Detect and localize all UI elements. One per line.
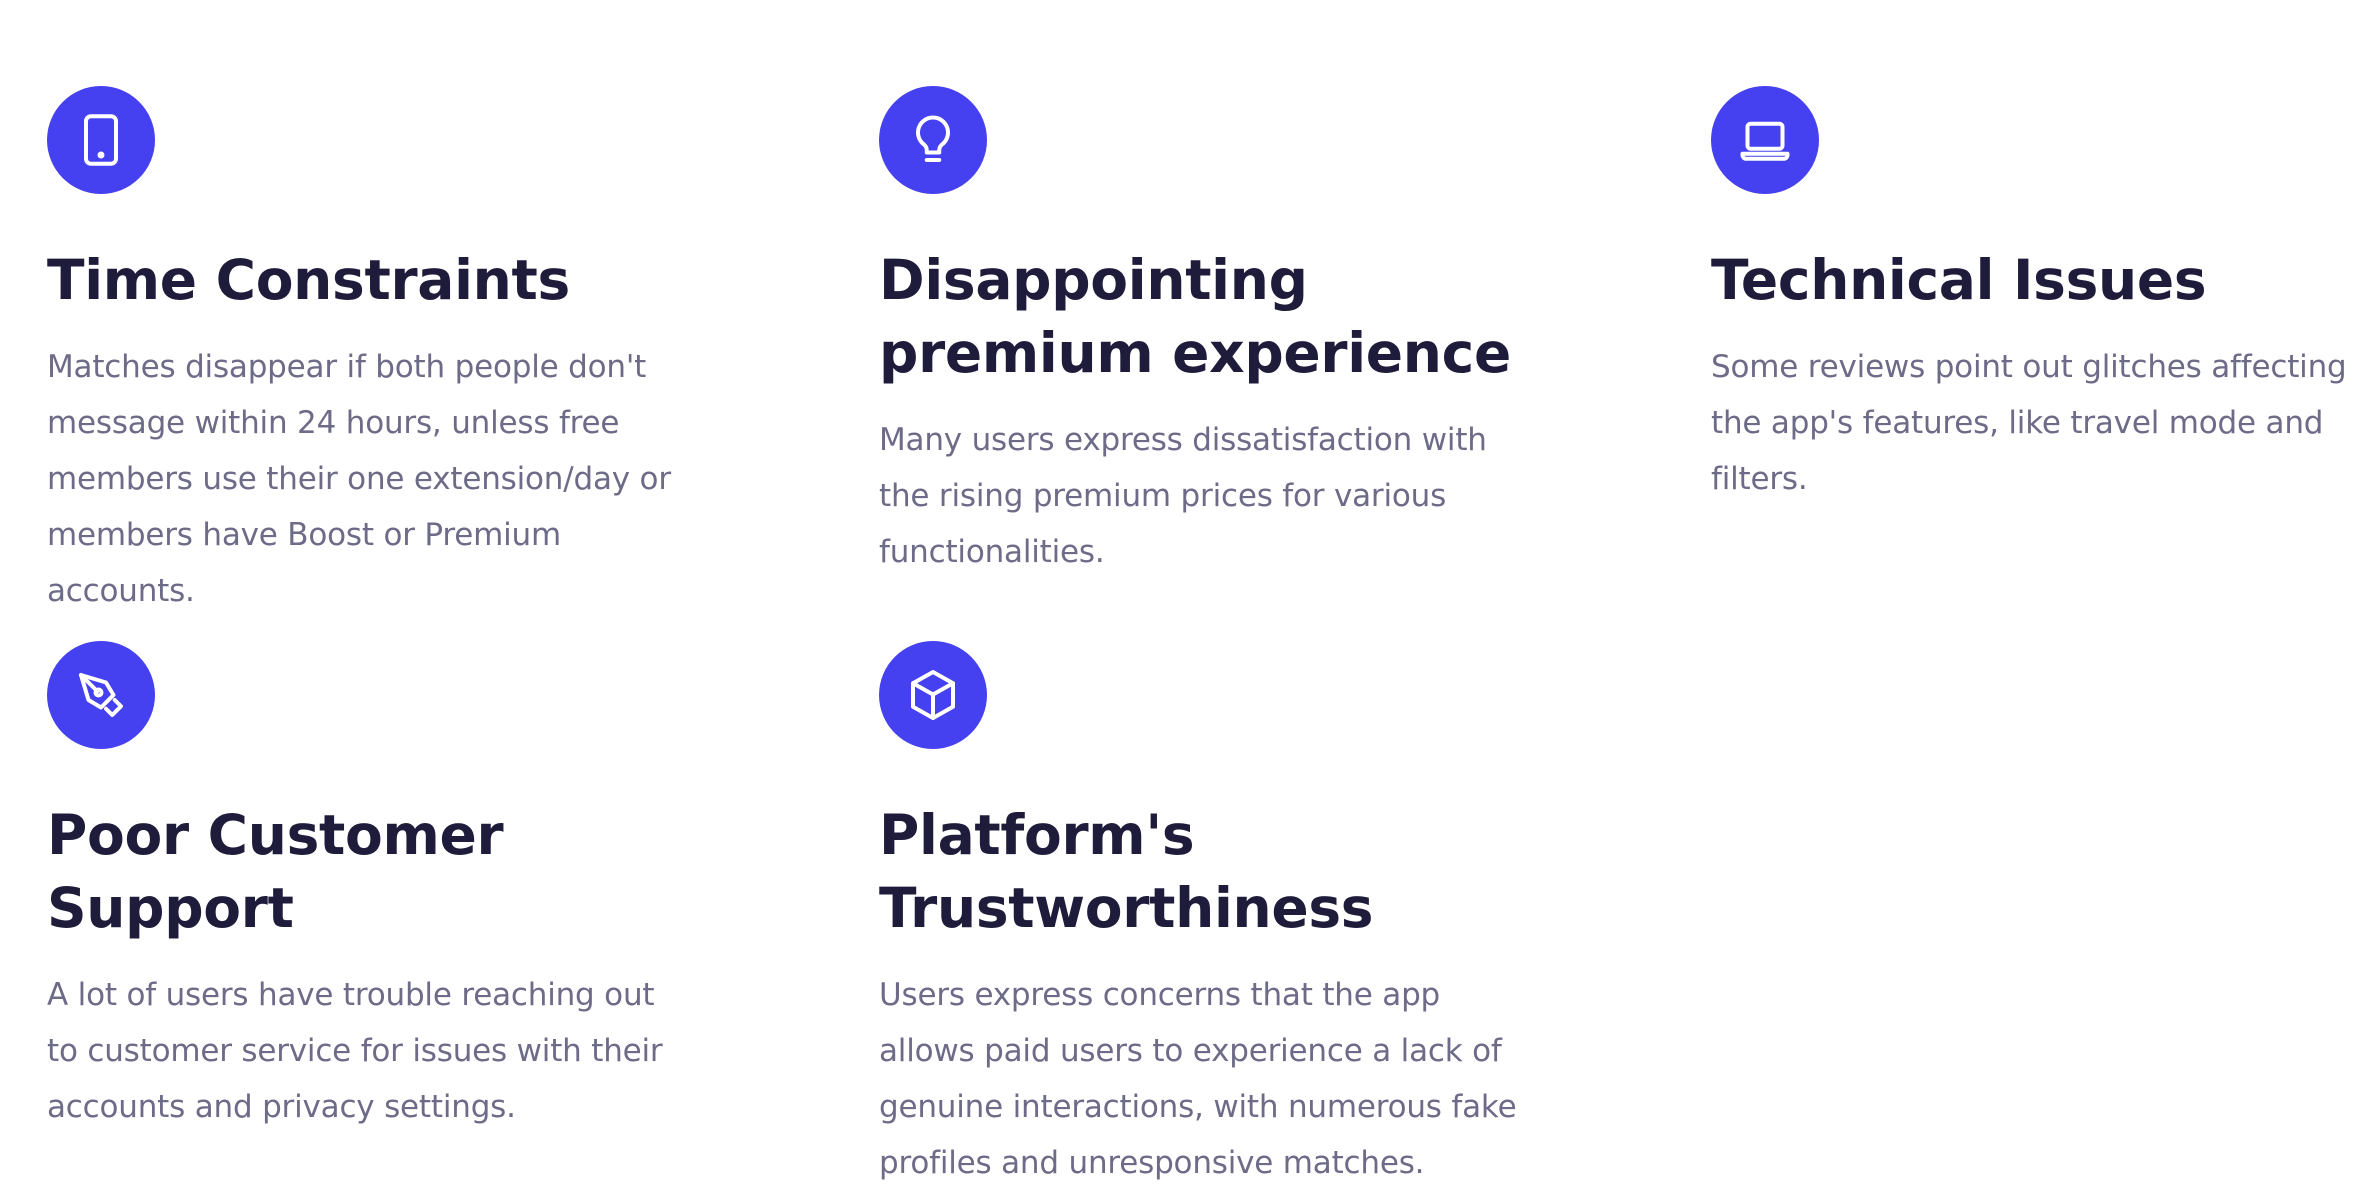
lightbulb-icon <box>916 115 950 162</box>
feature-icon-badge <box>1711 86 1819 194</box>
laptop-icon <box>1740 121 1790 161</box>
pen-nib-icon <box>79 673 123 717</box>
feature-title: Platform's Trustworthiness <box>879 803 1374 940</box>
feature-card-disappointing-premium: Disappointing premium experience Many us… <box>879 86 1519 580</box>
feature-card-poor-customer-support: Poor Customer Support A lot of users hav… <box>47 641 687 1135</box>
feature-description: Users express concerns that the app allo… <box>879 977 1517 1181</box>
feature-description: A lot of users have trouble reaching out… <box>47 977 663 1125</box>
cube-icon <box>911 670 955 721</box>
feature-card-time-constraints: Time Constraints Matches disappear if bo… <box>47 86 687 619</box>
feature-description: Matches disappear if both people don't m… <box>47 349 671 609</box>
feature-card-platform-trustworthiness: Platform's Trustworthiness Users express… <box>879 641 1519 1191</box>
tablet-icon <box>84 114 118 166</box>
feature-description: Some reviews point out glitches affectin… <box>1711 349 2347 497</box>
feature-grid: Time Constraints Matches disappear if bo… <box>0 0 2354 1181</box>
feature-description: Many users express dissatisfaction with … <box>879 422 1487 570</box>
feature-icon-badge <box>879 86 987 194</box>
feature-title: Technical Issues <box>1711 248 2207 312</box>
feature-card-technical-issues: Technical Issues Some reviews point out … <box>1711 86 2351 507</box>
feature-icon-badge <box>879 641 987 749</box>
feature-icon-badge <box>47 641 155 749</box>
feature-icon-badge <box>47 86 155 194</box>
feature-title: Poor Customer Support <box>47 803 504 940</box>
feature-title: Disappointing premium experience <box>879 248 1511 385</box>
feature-title: Time Constraints <box>47 248 570 312</box>
